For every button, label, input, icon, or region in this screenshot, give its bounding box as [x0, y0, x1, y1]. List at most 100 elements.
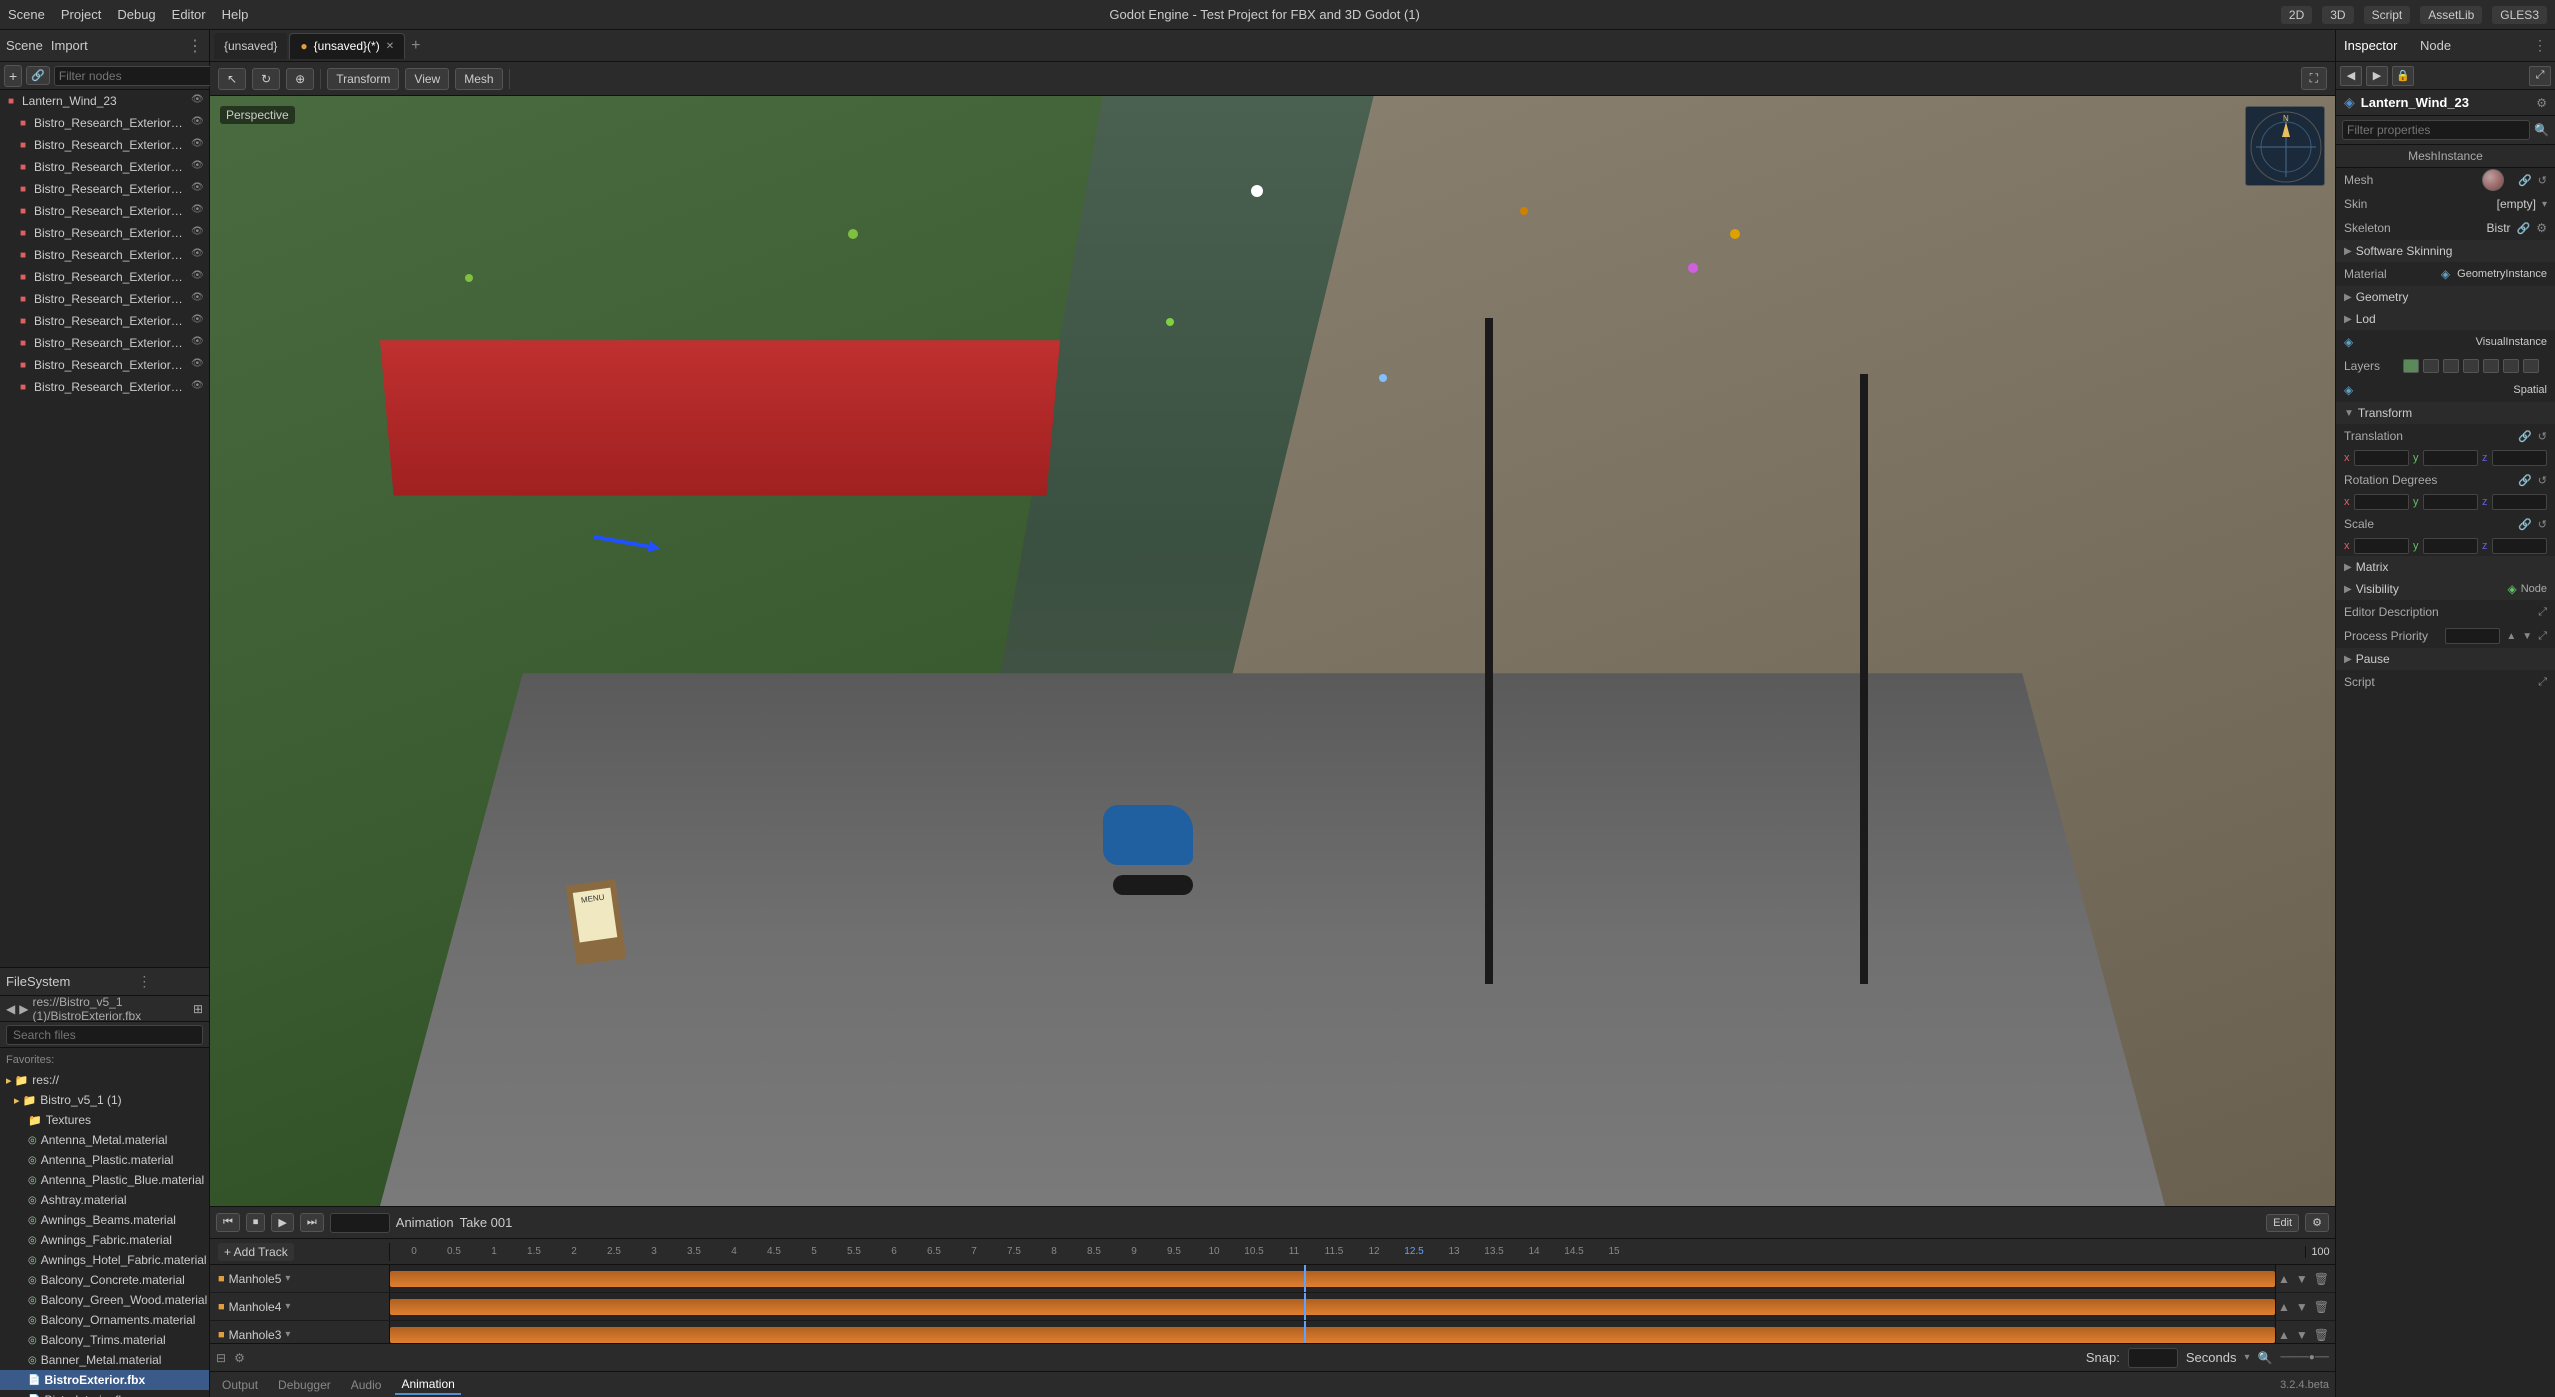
eye-icon-10[interactable]: 👁 — [191, 314, 205, 328]
rotation-y-input[interactable]: 151.4 — [2423, 494, 2478, 510]
anim-skip-start-btn[interactable]: ⏮ — [216, 1213, 240, 1232]
track-down-btn-3[interactable]: ▼ — [2294, 1326, 2310, 1344]
fs-bistro-v5[interactable]: ▸ 📁 Bistro_v5_1 (1) — [0, 1090, 209, 1110]
fs-nav-back[interactable]: ◀ — [6, 1002, 15, 1016]
fs-balcony-wood[interactable]: ◎ Balcony_Green_Wood.material — [0, 1290, 209, 1310]
track-delete-btn-3[interactable]: 🗑 — [2312, 1326, 2331, 1344]
track-up-btn-3[interactable]: ▲ — [2276, 1326, 2292, 1344]
tree-item-6[interactable]: ■ Bistro_Research_Exterior_Paris_Buil...… — [0, 222, 209, 244]
scale-y-input[interactable]: 1 — [2423, 538, 2478, 554]
fs-ashtray[interactable]: ◎ Ashtray.material — [0, 1190, 209, 1210]
pp-up[interactable]: ▲ — [2506, 631, 2516, 642]
rotation-link-icon[interactable]: 🔗 — [2518, 474, 2532, 487]
tree-item-4[interactable]: ■ Bistro_Research_Exterior_Paris_Buil...… — [0, 178, 209, 200]
eye-icon-4[interactable]: 👁 — [191, 182, 205, 196]
skin-dropdown[interactable]: ▾ — [2542, 199, 2547, 210]
anim-settings-btn[interactable]: ⚙ — [2305, 1213, 2329, 1232]
layer-3[interactable] — [2443, 359, 2459, 373]
eye-icon-5[interactable]: 👁 — [191, 204, 205, 218]
insp-expand-btn[interactable]: ⤢ — [2529, 66, 2551, 86]
mesh-btn[interactable]: Mesh — [455, 68, 502, 90]
layer-4[interactable] — [2463, 359, 2479, 373]
pp-down[interactable]: ▼ — [2522, 631, 2532, 642]
eye-icon-8[interactable]: 👁 — [191, 270, 205, 284]
fs-nav-forward[interactable]: ▶ — [19, 1002, 28, 1016]
tree-item-9[interactable]: ■ Bistro_Research_Exterior_Paris_Buil...… — [0, 288, 209, 310]
inspector-title[interactable]: Inspector — [2344, 38, 2414, 53]
script-btn[interactable]: Script — [2364, 6, 2411, 24]
fs-layout-icon[interactable]: ⊞ — [193, 1002, 203, 1016]
scale-x-input[interactable]: 1 — [2354, 538, 2409, 554]
fs-balcony-concrete[interactable]: ◎ Balcony_Concrete.material — [0, 1270, 209, 1290]
menu-scene[interactable]: Scene — [8, 7, 45, 22]
fs-balcony-trims[interactable]: ◎ Balcony_Trims.material — [0, 1330, 209, 1350]
fs-bistro-exterior-fbx[interactable]: 📄 BistroExterior.fbx — [0, 1370, 209, 1390]
tree-item-5[interactable]: ■ Bistro_Research_Exterior_Paris_Buil...… — [0, 200, 209, 222]
mesh-refresh-icon[interactable]: ↺ — [2538, 174, 2547, 187]
pause-section-header[interactable]: ▶ Pause — [2336, 648, 2555, 670]
eye-icon-6[interactable]: 👁 — [191, 226, 205, 240]
fullscreen-btn[interactable]: ⛶ — [2301, 67, 2327, 90]
rotation-refresh-icon[interactable]: ↺ — [2538, 474, 2547, 487]
select-move-btn[interactable]: ↖ — [218, 68, 246, 90]
viewport[interactable]: MENU Perspective — [210, 96, 2335, 1206]
track-chevron-1[interactable]: ▾ — [285, 1273, 290, 1284]
anim-stop-btn[interactable]: ⏹ — [246, 1213, 266, 1232]
tree-item-10[interactable]: ■ Bistro_Research_Exterior_Paris_Buil...… — [0, 310, 209, 332]
fs-bistro-interior-fbx[interactable]: 📄 BistroInterior.fbx — [0, 1390, 209, 1397]
scene-panel-title[interactable]: Scene — [6, 38, 43, 53]
scale-z-input[interactable]: 1 — [2492, 538, 2547, 554]
track-chevron-2[interactable]: ▾ — [285, 1301, 290, 1312]
translation-link-icon[interactable]: 🔗 — [2518, 430, 2532, 443]
output-tab-animation[interactable]: Animation — [395, 1375, 460, 1395]
tree-item-8[interactable]: ■ Bistro_Research_Exterior_Paris_Buil...… — [0, 266, 209, 288]
track-chevron-3[interactable]: ▾ — [285, 1329, 290, 1340]
mode-3d-btn[interactable]: 3D — [2322, 6, 2353, 24]
fs-textures[interactable]: 📁 Textures — [0, 1110, 209, 1130]
track-down-btn-2[interactable]: ▼ — [2294, 1298, 2310, 1316]
track-up-btn-1[interactable]: ▲ — [2276, 1270, 2292, 1288]
zoom-slider[interactable]: ────●── — [2280, 1352, 2329, 1363]
tree-item-3[interactable]: ■ Bistro_Research_Exterior_Paris_Buil...… — [0, 156, 209, 178]
eye-icon-11[interactable]: 👁 — [191, 336, 205, 350]
fs-search-input[interactable] — [6, 1025, 203, 1045]
tree-item-root[interactable]: ■ Lantern_Wind_23 👁 — [0, 90, 209, 112]
eye-icon-2[interactable]: 👁 — [191, 138, 205, 152]
fs-antenna-plastic-blue[interactable]: ◎ Antenna_Plastic_Blue.material — [0, 1170, 209, 1190]
fs-res-root[interactable]: ▸ 📁 res:// — [0, 1070, 209, 1090]
mesh-link-icon[interactable]: 🔗 — [2518, 174, 2532, 187]
tab-close-btn[interactable]: ✕ — [386, 41, 394, 52]
zoom-icon[interactable]: 🔍 — [2257, 1351, 2272, 1365]
translation-refresh-icon[interactable]: ↺ — [2538, 430, 2547, 443]
editor-desc-expand[interactable]: ⤢ — [2538, 606, 2547, 619]
translation-x-input[interactable]: -110.2 — [2354, 450, 2409, 466]
lod-section-header[interactable]: ▶ Lod — [2336, 308, 2555, 330]
fs-awnings-beams[interactable]: ◎ Awnings_Beams.material — [0, 1210, 209, 1230]
add-track-btn[interactable]: + Add Track — [218, 1243, 294, 1261]
rotation-x-input[interactable]: -87.04 — [2354, 494, 2409, 510]
anim-play-btn[interactable]: ▶ — [271, 1213, 293, 1232]
rotation-z-input[interactable]: -90 — [2492, 494, 2547, 510]
time-unit-dropdown[interactable]: ▾ — [2244, 1352, 2249, 1363]
scene-options-icon[interactable]: ⋮ — [187, 36, 203, 56]
layer-2[interactable] — [2423, 359, 2439, 373]
anim-skip-end-btn[interactable]: ⏭ — [300, 1213, 324, 1232]
insp-history-forward[interactable]: ▶ — [2366, 66, 2388, 86]
tab-add-btn[interactable]: + — [407, 37, 424, 55]
eye-icon-3[interactable]: 👁 — [191, 160, 205, 174]
transform-section-header[interactable]: ▼ Transform — [2336, 402, 2555, 424]
track-up-btn-2[interactable]: ▲ — [2276, 1298, 2292, 1316]
scale-link-icon[interactable]: 🔗 — [2518, 518, 2532, 531]
track-delete-btn-1[interactable]: 🗑 — [2312, 1270, 2331, 1288]
track-bar-area-3[interactable] — [390, 1321, 2275, 1343]
skeleton-options[interactable]: ⚙ — [2536, 221, 2547, 235]
tree-item-13[interactable]: ■ Bistro_Research_Exterior_Paris_Buil...… — [0, 376, 209, 398]
filter-props-input[interactable] — [2342, 120, 2530, 140]
assetlib-btn[interactable]: AssetLib — [2420, 6, 2482, 24]
geometry-section-header[interactable]: ▶ Geometry — [2336, 286, 2555, 308]
output-tab-output[interactable]: Output — [216, 1376, 264, 1394]
fs-title[interactable]: FileSystem — [6, 974, 72, 989]
eye-icon-7[interactable]: 👁 — [191, 248, 205, 262]
matrix-section-header[interactable]: ▶ Matrix — [2336, 556, 2555, 578]
layer-1[interactable] — [2403, 359, 2419, 373]
